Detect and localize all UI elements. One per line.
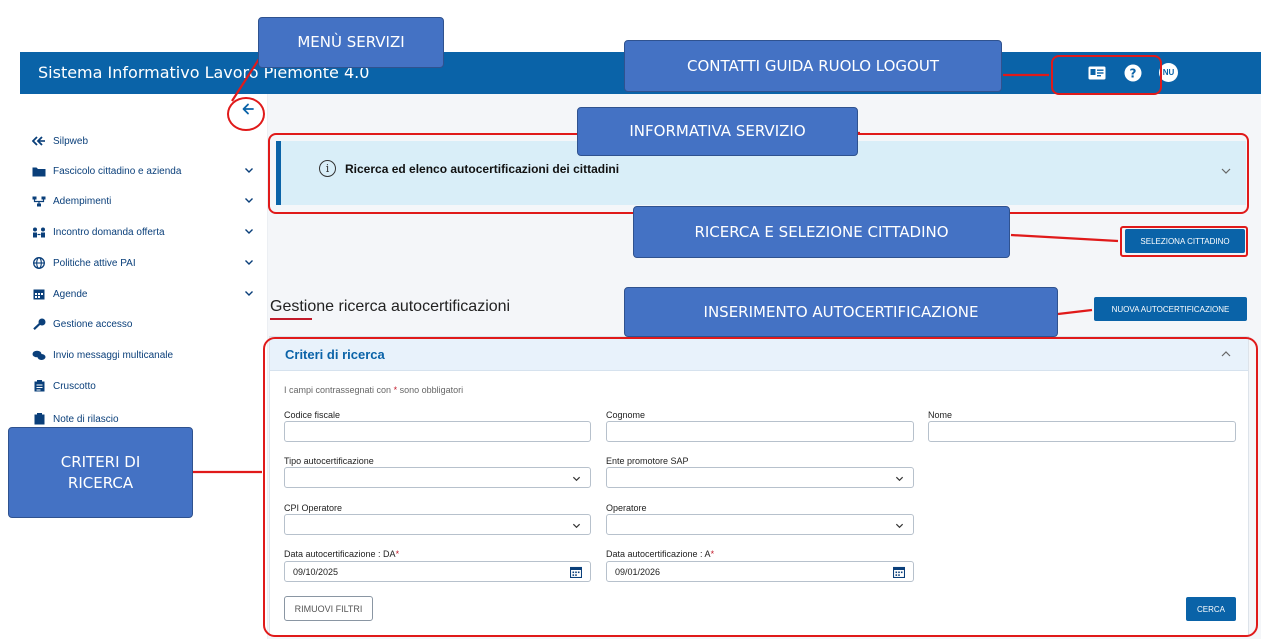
sidebar-item-incontro[interactable]: Incontro domanda offerta [32, 223, 254, 241]
search-criteria-highlight [263, 337, 1258, 637]
sidebar-item-label: Invio messaggi multicanale [53, 349, 174, 361]
annotation-contacts: CONTATTI GUIDA RUOLO LOGOUT [624, 40, 1002, 92]
folder-icon [32, 165, 46, 177]
back-arrows-icon [32, 135, 46, 147]
sidebar-item-agende[interactable]: Agende [32, 285, 254, 303]
globe-icon [32, 257, 46, 269]
chevron-down-icon [245, 291, 253, 296]
sidebar-item-label: Gestione accesso [53, 318, 133, 330]
title-underline [270, 318, 312, 320]
annotation-inserimento: INSERIMENTO AUTOCERTIFICAZIONE [624, 287, 1058, 337]
calendar-icon [32, 288, 46, 300]
chevron-down-icon [245, 229, 253, 234]
select-citizen-highlight [1120, 226, 1248, 257]
chevron-down-icon [245, 168, 253, 173]
sidebar-item-label: Agende [53, 288, 88, 300]
people-exchange-icon [32, 226, 46, 238]
clipboard-icon [32, 380, 46, 392]
chevron-down-icon [245, 198, 253, 203]
header-actions-highlight [1051, 55, 1162, 95]
sidebar-item-label: Incontro domanda offerta [53, 226, 165, 238]
sidebar-item-invio-messaggi[interactable]: Invio messaggi multicanale [32, 346, 254, 364]
sidebar-item-label: Cruscotto [53, 380, 96, 392]
notes-icon [32, 413, 46, 425]
sidebar-item-note-rilascio[interactable]: Note di rilascio [32, 410, 254, 428]
key-icon [32, 318, 46, 330]
sidebar-item-fascicolo[interactable]: Fascicolo cittadino e azienda [32, 162, 254, 180]
sidebar-item-label: Silpweb [53, 135, 89, 147]
annotation-criteri: CRITERI DI RICERCA [8, 427, 193, 518]
sidebar-item-silpweb[interactable]: Silpweb [32, 132, 254, 150]
chat-icon [32, 349, 46, 361]
sidebar-item-label: Adempimenti [53, 195, 112, 207]
menu-highlight [227, 97, 265, 131]
annotation-menu-servizi: MENÙ SERVIZI [258, 17, 444, 68]
sidebar-item-label: Note di rilascio [53, 413, 119, 425]
annotation-informativa: INFORMATIVA SERVIZIO [577, 107, 858, 156]
sidebar-item-politiche[interactable]: Politiche attive PAI [32, 254, 254, 272]
sidebar-item-label: Politiche attive PAI [53, 257, 136, 269]
page-title: Gestione ricerca autocertificazioni [270, 298, 511, 315]
sidebar-item-adempimenti[interactable]: Adempimenti [32, 192, 254, 210]
workflow-icon [32, 195, 46, 207]
chevron-down-icon [245, 260, 253, 265]
sidebar-item-cruscotto[interactable]: Cruscotto [32, 377, 254, 395]
sidebar-item-label: Fascicolo cittadino e azienda [53, 165, 182, 177]
sidebar-item-gestione-accesso[interactable]: Gestione accesso [32, 315, 254, 333]
annotation-ricerca-cittadino: RICERCA E SELEZIONE CITTADINO [633, 206, 1010, 258]
new-autocertification-button[interactable]: NUOVA AUTOCERTIFICAZIONE [1094, 297, 1247, 321]
